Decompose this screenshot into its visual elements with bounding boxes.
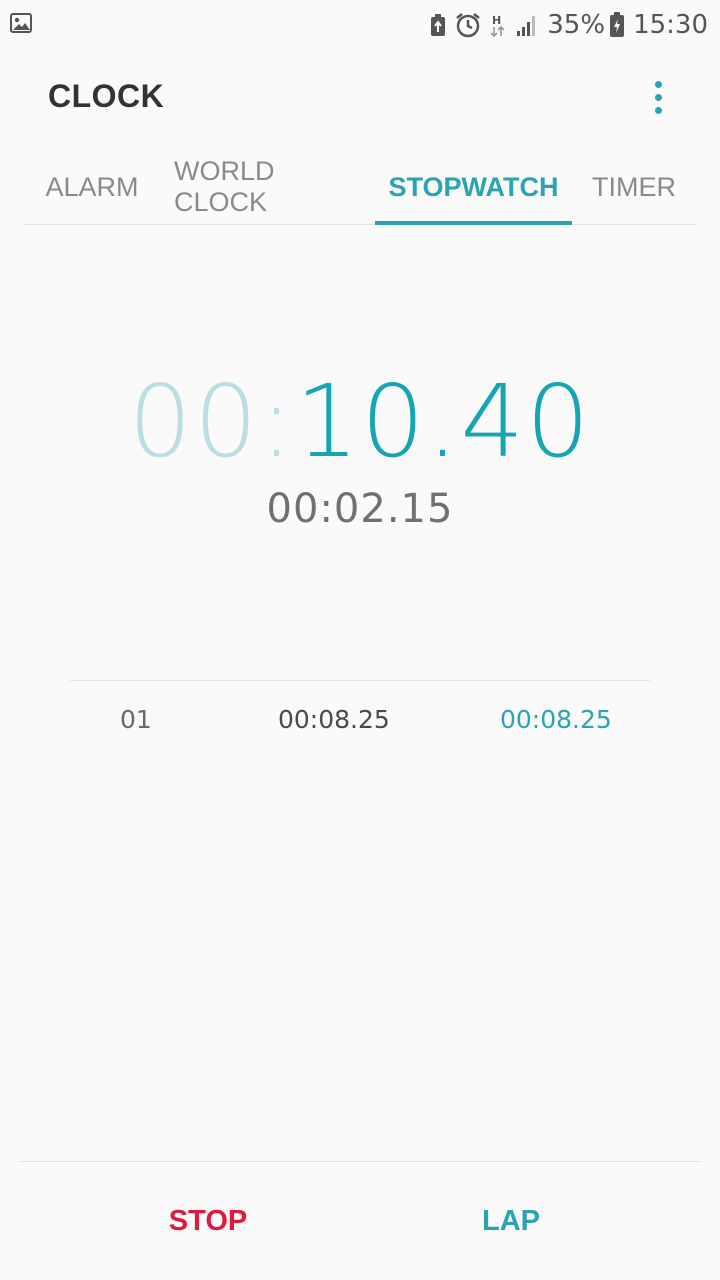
signal-icon: [515, 13, 539, 37]
battery-percent: 35%: [547, 10, 606, 40]
elapsed-seconds: 10.40: [295, 363, 592, 480]
tab-world-clock[interactable]: WORLD CLOCK: [174, 150, 360, 224]
laps-divider: [70, 680, 650, 681]
tab-bar: ALARM WORLD CLOCK STOPWATCH TIMER: [24, 150, 696, 225]
lap-number: 01: [120, 705, 152, 734]
elapsed-colon: :: [259, 363, 296, 480]
page-title: CLOCK: [48, 78, 165, 114]
battery-charging-icon: [609, 12, 625, 38]
gallery-icon: [10, 13, 32, 33]
bottom-controls: STOP LAP: [0, 1162, 720, 1280]
clock-time: 15:30: [633, 10, 708, 40]
tab-stopwatch[interactable]: STOPWATCH: [375, 150, 572, 224]
network-h-icon: H: [489, 12, 507, 38]
lap-button[interactable]: LAP: [361, 1162, 661, 1280]
stop-button[interactable]: STOP: [58, 1162, 358, 1280]
elapsed-minutes: 00: [128, 363, 260, 480]
status-bar: H 35% 15:30: [0, 0, 720, 50]
lap-split-time: 00:08.25: [278, 705, 390, 734]
stopwatch-screen: H 35% 15:30 CLOCK ALARM WORLD CLOCK STOP…: [0, 0, 720, 1280]
tab-timer[interactable]: TIMER: [584, 150, 684, 224]
active-tab-indicator: [375, 221, 572, 225]
lap-row: 01 00:08.25 00:08.25: [70, 690, 650, 750]
elapsed-time: 00:10.40: [0, 362, 720, 482]
current-lap-time: 00:02.15: [266, 486, 454, 532]
more-vert-icon: [654, 80, 662, 88]
alarm-icon: [455, 12, 481, 38]
battery-saver-icon: [429, 13, 447, 37]
more-options-button[interactable]: [640, 76, 676, 118]
more-vert-icon-dot: [654, 106, 662, 114]
status-icons: H 35% 15:30: [421, 8, 708, 42]
tab-alarm[interactable]: ALARM: [24, 150, 160, 224]
more-vert-icon-dot: [654, 93, 662, 101]
svg-text:H: H: [492, 14, 501, 27]
lap-total-time: 00:08.25: [500, 705, 612, 734]
